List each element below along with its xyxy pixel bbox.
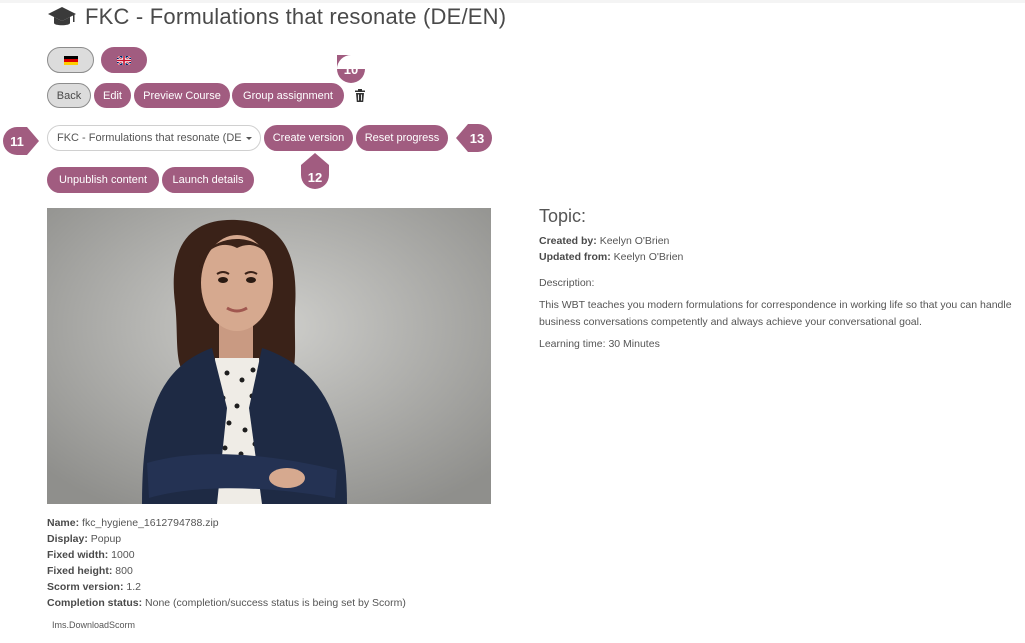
trash-icon[interactable] [354, 89, 366, 102]
language-en-button[interactable] [101, 47, 147, 73]
reset-progress-button[interactable]: Reset progress [356, 125, 448, 151]
description-text: This WBT teaches you modern formulations… [539, 299, 1012, 328]
package-fixed-width: Fixed width: 1000 [47, 549, 135, 561]
package-completion-status: Completion status: None (completion/succ… [47, 597, 406, 609]
callout-marker-10: 10 [336, 54, 366, 84]
version-select[interactable]: FKC - Formulations that resonate (DE [47, 125, 261, 151]
language-de-button[interactable] [47, 47, 94, 73]
preview-course-button[interactable]: Preview Course [134, 83, 230, 108]
updated-from: Updated from: Keelyn O'Brien [539, 251, 684, 263]
learning-time: Learning time: 30 Minutes [539, 338, 660, 350]
unpublish-content-button[interactable]: Unpublish content [47, 167, 159, 193]
graduation-cap-icon [48, 7, 76, 26]
topic-panel: Topic: Created by: Keelyn O'Brien Update… [539, 206, 1019, 353]
group-assignment-button[interactable]: Group assignment [232, 83, 344, 108]
back-button[interactable]: Back [47, 83, 91, 108]
package-fixed-height: Fixed height: 800 [47, 565, 133, 577]
package-scorm-version: Scorm version: 1.2 [47, 581, 141, 593]
package-info: Name: fkc_hygiene_1612794788.zip Display… [47, 515, 406, 611]
download-scorm-label: Ims.DownloadScorm [52, 620, 136, 630]
course-thumbnail-image [47, 208, 491, 504]
package-name: Name: fkc_hygiene_1612794788.zip [47, 517, 219, 529]
callout-marker-13: 13 [455, 123, 492, 153]
topic-heading: Topic: [539, 206, 587, 226]
launch-details-button[interactable]: Launch details [162, 167, 254, 193]
created-by: Created by: Keelyn O'Brien [539, 235, 670, 247]
callout-marker-11: 11 [2, 126, 39, 156]
package-display: Display: Popup [47, 533, 122, 545]
top-border [0, 0, 1025, 3]
caret-down-icon [246, 137, 252, 140]
page-title: FKC - Formulations that resonate (DE/EN) [85, 4, 507, 29]
create-version-button[interactable]: Create version [264, 125, 353, 151]
page-header: FKC - Formulations that resonate (DE/EN) [47, 4, 506, 30]
edit-button[interactable]: Edit [94, 83, 131, 108]
uk-flag-icon [117, 55, 131, 65]
callout-marker-12: 12 [300, 152, 330, 189]
description-label: Description: [539, 277, 595, 289]
german-flag-icon [63, 55, 78, 65]
